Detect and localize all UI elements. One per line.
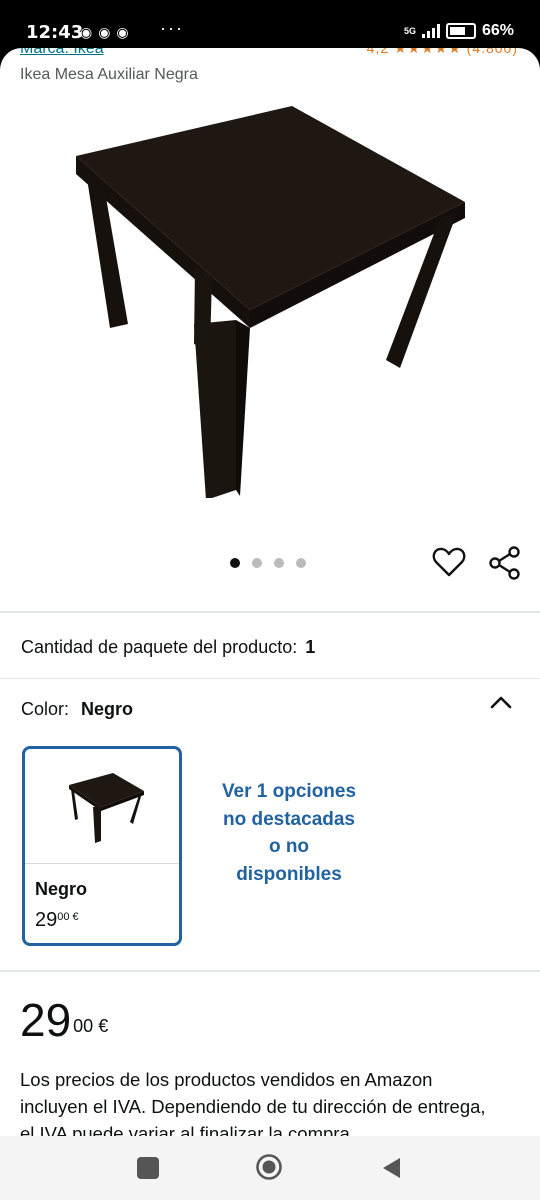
status-right: 5G 66%: [404, 22, 514, 40]
status-time: 12:43: [26, 22, 84, 43]
swatch-thumbnail: [69, 773, 144, 843]
package-quantity-value: 1: [305, 637, 316, 657]
chrome-icon: ◉◉◉: [80, 24, 135, 40]
swatch-divider: [25, 863, 179, 864]
color-value: Negro: [81, 699, 134, 719]
signal-icon: [421, 24, 440, 38]
swatch-price-whole: 29: [35, 909, 58, 931]
home-button[interactable]: [255, 1153, 283, 1181]
more-notifications-icon: ···: [160, 18, 184, 38]
package-quantity-label: Cantidad de paquete del producto:: [21, 637, 298, 657]
recents-button[interactable]: [137, 1157, 159, 1179]
vat-notice: Los precios de los productos vendidos en…: [20, 1069, 486, 1136]
color-label: Color:: [21, 699, 70, 719]
product-image[interactable]: [60, 98, 480, 498]
more-options-link[interactable]: Ver 1 opciones no destacadas o no dispon…: [216, 778, 362, 888]
chevron-up-icon[interactable]: [488, 692, 514, 712]
carousel-dot[interactable]: [252, 558, 262, 568]
price-fraction: 00 €: [73, 1016, 109, 1036]
status-bar: 12:43 ◉◉◉ ··· 5G 66%: [0, 0, 540, 52]
heart-icon[interactable]: [432, 546, 466, 578]
divider: [0, 611, 540, 613]
brand-link[interactable]: Marca: Ikea: [20, 48, 104, 58]
price: 29 00 €: [20, 995, 108, 1045]
price-whole: 29: [20, 994, 72, 1046]
image-carousel-dots: [230, 558, 306, 568]
share-icon[interactable]: [488, 546, 522, 580]
swatch-name: Negro: [35, 879, 88, 899]
package-quantity: Cantidad de paquete del producto: 1: [21, 637, 315, 658]
swatch-price-fraction: 00 €: [57, 911, 79, 923]
battery-icon: [445, 23, 476, 39]
carousel-dot[interactable]: [274, 558, 284, 568]
back-button[interactable]: [380, 1156, 404, 1180]
color-selector-header: Color: Negro: [21, 699, 133, 720]
network-type: 5G: [403, 25, 416, 36]
color-swatch-negro[interactable]: Negro 2900 €: [22, 746, 182, 946]
swatch-price: 2900 €: [35, 909, 79, 932]
product-page: Marca: Ikea 4,2 ★★★★★ (4.800) Ikea Mesa …: [0, 48, 540, 1136]
rating-summary[interactable]: 4,2 ★★★★★ (4.800): [367, 48, 518, 57]
product-title: Ikea Mesa Auxiliar Negra: [20, 66, 198, 83]
divider: [0, 678, 540, 679]
carousel-dot[interactable]: [230, 558, 240, 568]
divider: [0, 970, 540, 972]
carousel-dot[interactable]: [296, 558, 306, 568]
battery-level: 66%: [481, 22, 514, 39]
